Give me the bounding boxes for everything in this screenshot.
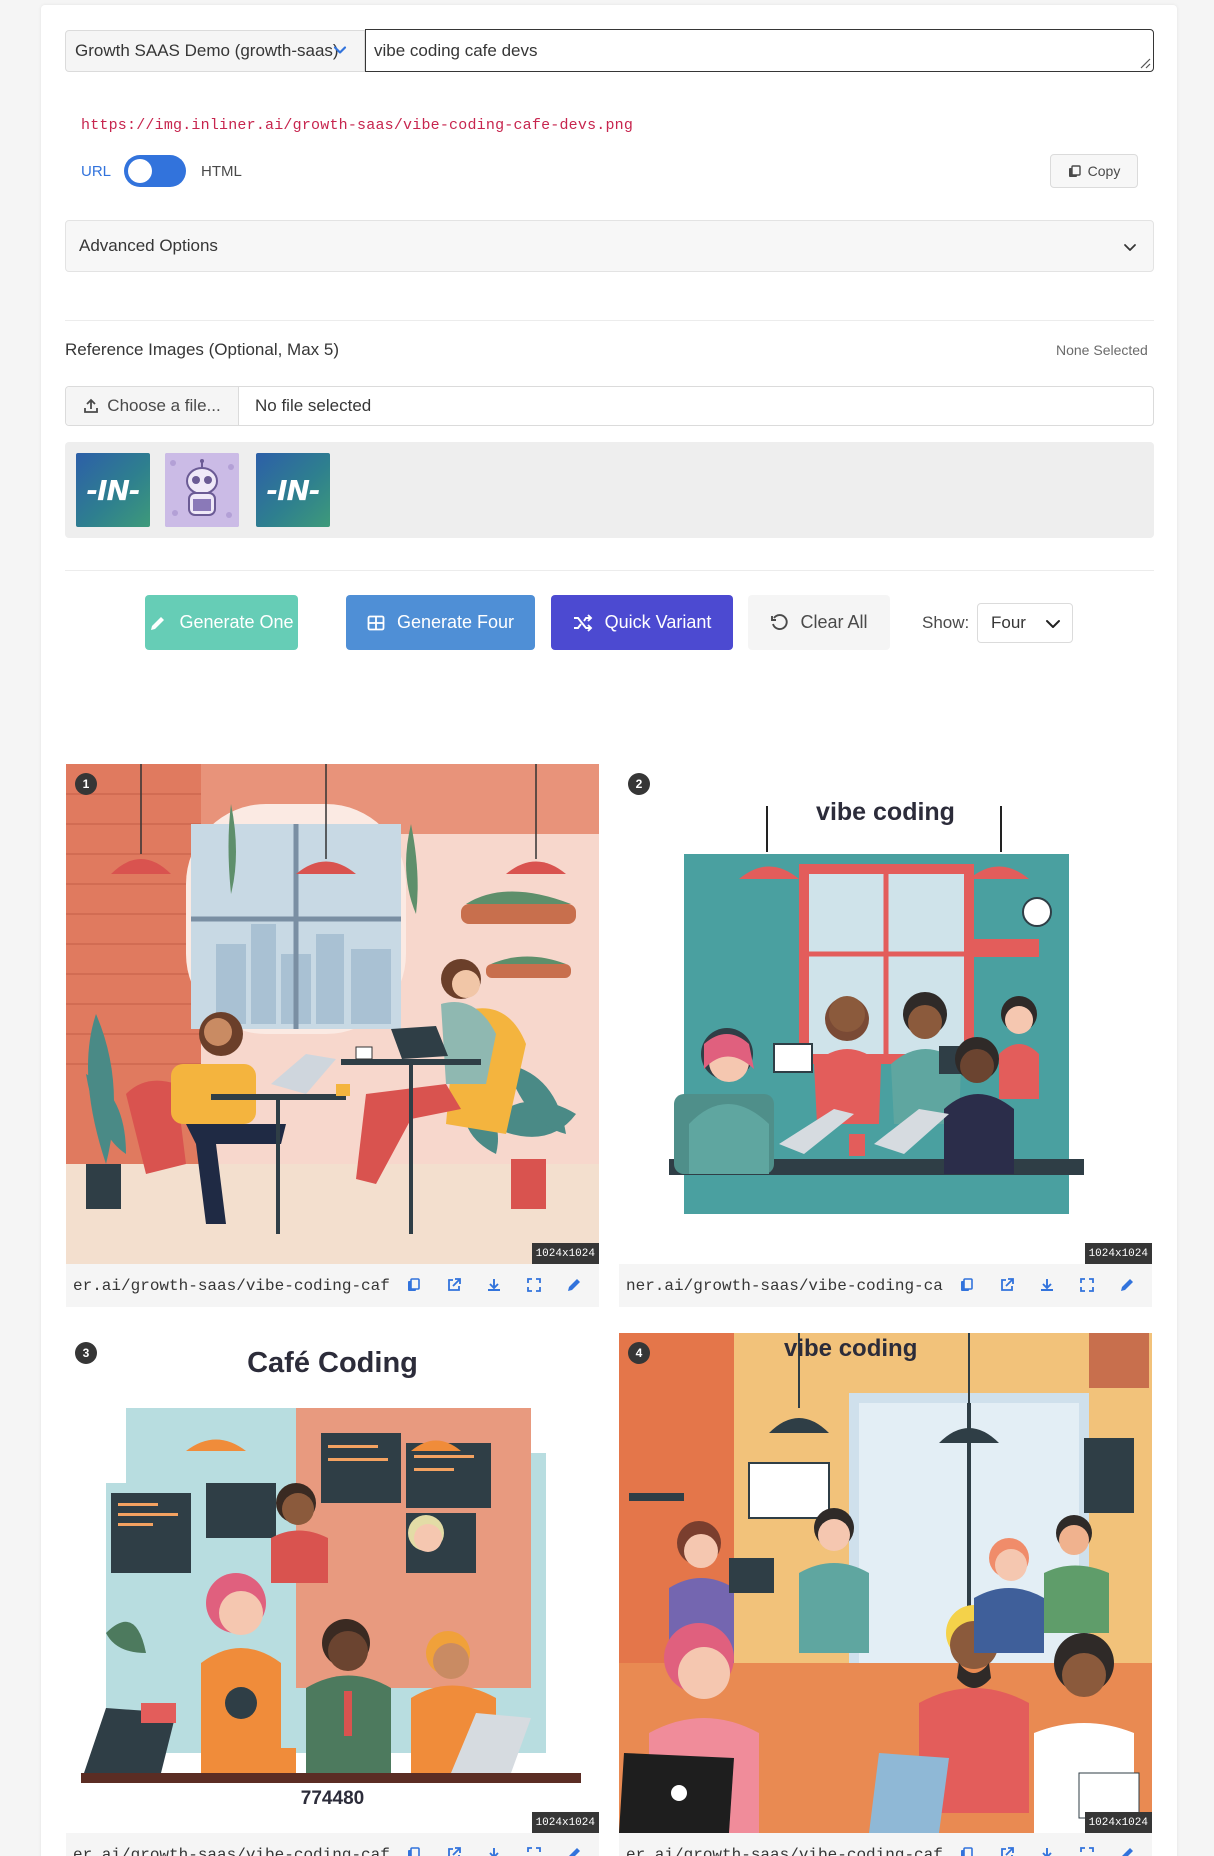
quick-variant-button[interactable]: Quick Variant: [551, 595, 733, 650]
fullscreen-icon[interactable]: [1079, 1277, 1095, 1293]
result-image[interactable]: [619, 764, 1152, 1264]
advanced-options-toggle[interactable]: Advanced Options: [65, 220, 1154, 272]
cafe-illustration: [66, 764, 599, 1264]
resize-handle-icon[interactable]: [1137, 55, 1151, 69]
generate-four-label: Generate Four: [396, 612, 515, 632]
advanced-options-label: Advanced Options: [79, 236, 218, 255]
edit-icon[interactable]: [1119, 1846, 1135, 1856]
image-caption-text: vibe coding: [784, 1335, 918, 1362]
choose-file-label: Choose a file...: [107, 396, 221, 415]
project-select[interactable]: Growth SAAS Demo (growth-saas): [65, 30, 365, 72]
file-input[interactable]: Choose a file... No file selected: [65, 386, 1154, 426]
result-dimensions: 1024x1024: [1084, 1812, 1152, 1833]
copy-icon[interactable]: [959, 1846, 975, 1856]
copy-icon[interactable]: [406, 1846, 422, 1856]
project-select-value: Growth SAAS Demo (growth-saas): [75, 41, 339, 60]
grid-icon: [367, 615, 385, 630]
reference-status: None Selected: [1056, 342, 1148, 358]
robot-illustration: [165, 453, 239, 527]
show-label: Show:: [922, 613, 970, 632]
download-icon[interactable]: [1039, 1277, 1055, 1293]
pencil-icon: [151, 616, 165, 630]
reference-images-title: Reference Images (Optional, Max 5): [65, 340, 340, 359]
toggle-label-html[interactable]: HTML: [201, 163, 242, 180]
result-index-badge: 3: [75, 1342, 97, 1364]
edit-icon[interactable]: [566, 1277, 582, 1293]
result-index-badge: 1: [75, 773, 97, 795]
edit-icon[interactable]: [566, 1846, 582, 1856]
result-dimensions: 1024x1024: [1084, 1243, 1152, 1264]
download-icon[interactable]: [486, 1277, 502, 1293]
external-link-icon[interactable]: [446, 1277, 462, 1293]
clear-all-label: Clear All: [800, 612, 868, 632]
reference-thumbnails: -IN- -IN-: [65, 442, 1154, 538]
divider: [65, 570, 1154, 571]
fullscreen-icon[interactable]: [1079, 1846, 1095, 1856]
result-link[interactable]: ner.ai/growth-saas/vibe-coding-ca: [626, 1277, 946, 1295]
fullscreen-icon[interactable]: [526, 1846, 542, 1856]
output-url: https://img.inliner.ai/growth-saas/vibe-…: [81, 117, 634, 134]
external-link-icon[interactable]: [999, 1846, 1015, 1856]
generate-one-label: Generate One: [179, 612, 294, 632]
toggle-knob: [128, 159, 152, 183]
toggle-label-url[interactable]: URL: [81, 163, 111, 180]
copy-icon: [1068, 164, 1081, 177]
result-toolbar: er.ai/growth-saas/vibe-coding-caf: [66, 1264, 599, 1307]
generate-four-button[interactable]: Generate Four: [346, 595, 535, 650]
cafe-illustration: [619, 764, 1152, 1264]
download-icon[interactable]: [1039, 1846, 1055, 1856]
quick-variant-label: Quick Variant: [604, 612, 712, 632]
chevron-down-icon: [1046, 620, 1060, 628]
prompt-text: vibe coding cafe devs: [374, 41, 538, 60]
result-toolbar: er.ai/growth-saas/vibe-coding-caf: [619, 1833, 1152, 1856]
result-index-badge: 4: [628, 1342, 650, 1364]
result-index-badge: 2: [628, 773, 650, 795]
upload-icon: [84, 398, 99, 413]
external-link-icon[interactable]: [446, 1846, 462, 1856]
reference-thumbnail[interactable]: [165, 453, 239, 527]
show-count-value: Four: [991, 613, 1026, 632]
result-dimensions: 1024x1024: [531, 1243, 599, 1264]
result-link[interactable]: er.ai/growth-saas/vibe-coding-caf: [73, 1277, 393, 1295]
generate-one-button[interactable]: Generate One: [145, 595, 298, 650]
clear-all-button[interactable]: Clear All: [748, 595, 890, 650]
image-caption-text: Café Coding: [247, 1347, 418, 1379]
download-icon[interactable]: [486, 1846, 502, 1856]
edit-icon[interactable]: [1119, 1277, 1135, 1293]
image-caption-number: 774480: [300, 1788, 365, 1809]
copy-icon[interactable]: [406, 1277, 422, 1293]
image-caption-text: vibe coding: [816, 798, 955, 826]
copy-button[interactable]: Copy: [1050, 154, 1138, 188]
shuffle-icon: [573, 613, 592, 632]
copy-label: Copy: [1087, 163, 1121, 179]
result-link[interactable]: er.ai/growth-saas/vibe-coding-caf: [73, 1846, 393, 1856]
undo-icon: [771, 613, 789, 630]
result-toolbar: ner.ai/growth-saas/vibe-coding-ca: [619, 1264, 1152, 1307]
result-toolbar: er.ai/growth-saas/vibe-coding-caf: [66, 1833, 599, 1856]
logo-text: -IN-: [86, 473, 140, 507]
cafe-illustration: [66, 1333, 599, 1833]
reference-thumbnail[interactable]: -IN-: [256, 453, 330, 527]
result-image[interactable]: [619, 1333, 1152, 1833]
format-toggle[interactable]: [124, 155, 186, 187]
result-image[interactable]: [66, 764, 599, 1264]
fullscreen-icon[interactable]: [526, 1277, 542, 1293]
chevron-down-icon: [333, 46, 347, 54]
copy-icon[interactable]: [959, 1277, 975, 1293]
show-count-select[interactable]: Four: [977, 603, 1073, 643]
choose-file-button[interactable]: Choose a file...: [66, 387, 239, 425]
result-dimensions: 1024x1024: [531, 1812, 599, 1833]
result-link[interactable]: er.ai/growth-saas/vibe-coding-caf: [626, 1846, 946, 1856]
logo-text: -IN-: [266, 473, 320, 507]
chevron-down-icon: [1124, 244, 1136, 251]
reference-thumbnail[interactable]: -IN-: [76, 453, 150, 527]
cafe-illustration: [619, 1333, 1152, 1833]
result-image[interactable]: [66, 1333, 599, 1833]
prompt-textarea[interactable]: vibe coding cafe devs: [365, 29, 1154, 72]
file-name: No file selected: [255, 396, 372, 415]
external-link-icon[interactable]: [999, 1277, 1015, 1293]
divider: [65, 320, 1154, 321]
